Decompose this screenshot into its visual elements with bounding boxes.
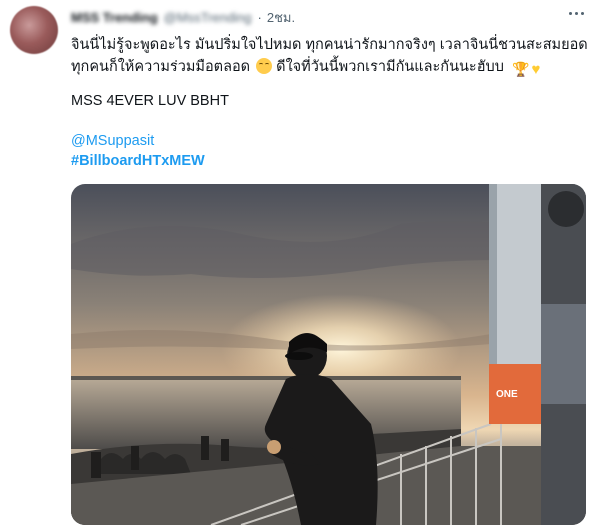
author-handle[interactable]: @MssTrending: [164, 10, 252, 25]
separator-dot: ·: [257, 9, 262, 25]
tweet-text: จินนี่ไม่รู้จะพูดอะไร มันปริ่มใจไปหมด ทุ…: [71, 34, 588, 81]
tweet-text-line: จินนี่ไม่รู้จะพูดอะไร มันปริ่มใจไปหมด ทุ…: [71, 37, 588, 53]
yellow-heart-emoji-icon: ♥: [531, 61, 541, 78]
svg-text:ONE: ONE: [496, 389, 518, 400]
tweet-photo[interactable]: ONE: [71, 184, 586, 525]
tweet-tagline: MSS 4EVER LUV BBHT: [71, 93, 229, 109]
author-display-name[interactable]: MSS Trending: [71, 10, 158, 25]
hashtag-link[interactable]: #BillboardHTxMEW: [71, 153, 205, 169]
mention-link[interactable]: @MSuppasit: [71, 133, 154, 149]
trophy-emoji-icon: 🏆: [512, 61, 530, 77]
avatar[interactable]: [10, 6, 58, 54]
more-options-icon[interactable]: [565, 6, 587, 20]
relieved-face-emoji-icon: [256, 58, 273, 74]
tweet-timestamp[interactable]: 2ชม.: [267, 7, 295, 28]
tweet[interactable]: MSS Trending @MssTrending · 2ชม. จินนี่ไ…: [0, 0, 600, 531]
tweet-text-line: ทุกคนก็ให้ความร่วมมือตลอด ดีใจที่วันนี้พ…: [71, 56, 586, 81]
tweet-header: MSS Trending @MssTrending · 2ชม.: [71, 8, 295, 26]
